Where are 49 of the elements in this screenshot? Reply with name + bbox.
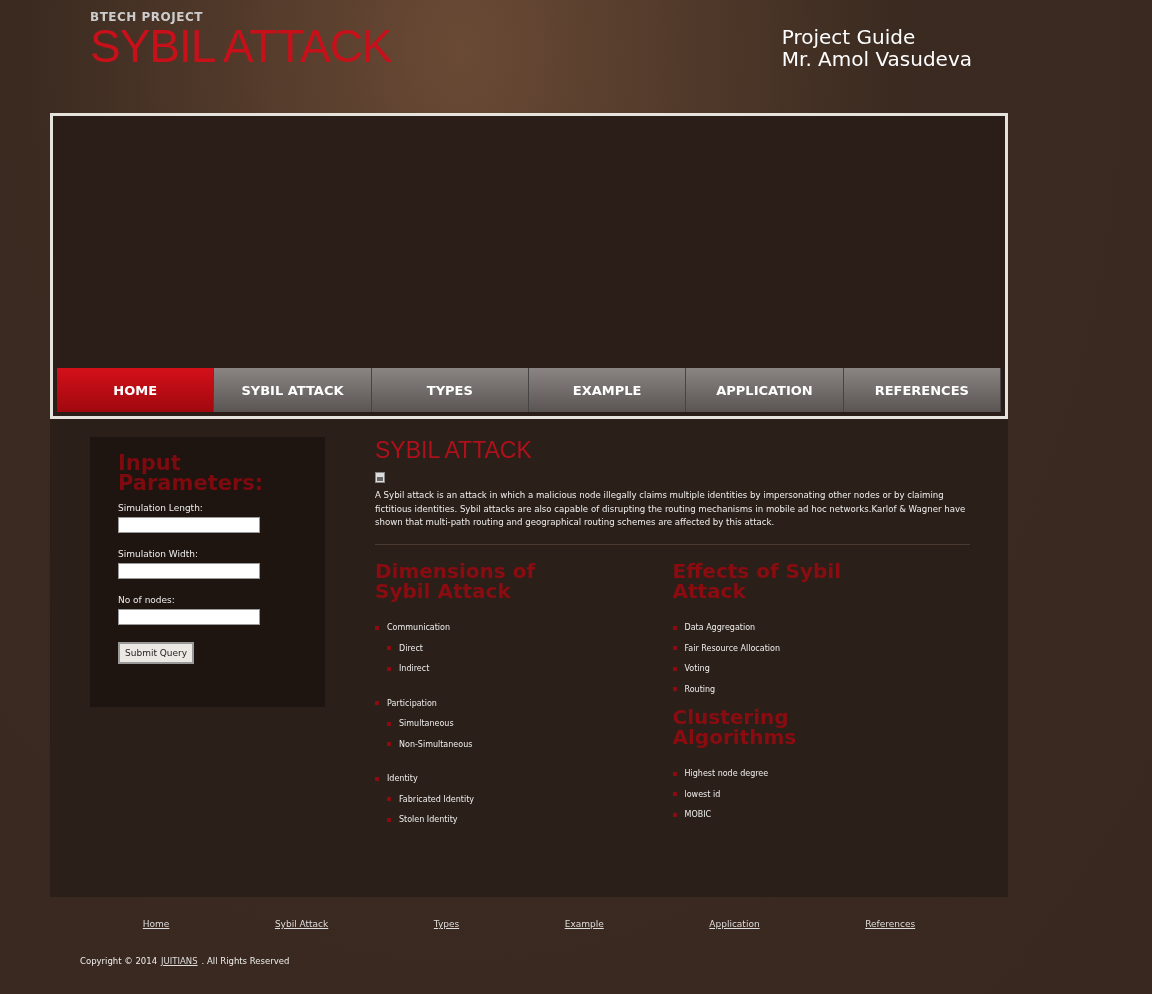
nav-tab[interactable]: SYBIL ATTACK bbox=[214, 368, 372, 412]
list-item: Non-Simultaneous bbox=[387, 736, 473, 752]
footer-link[interactable]: Application bbox=[709, 919, 760, 929]
submit-button[interactable]: Submit Query bbox=[118, 642, 195, 664]
list-item: Stolen Identity bbox=[387, 812, 458, 827]
copyright-text: Copyright © 2014 bbox=[80, 956, 158, 966]
site-title: SYBIL ATTACK bbox=[90, 24, 392, 68]
nav-tab[interactable]: EXAMPLE bbox=[529, 368, 687, 412]
section-heading: Clustering Algorithms bbox=[672, 706, 798, 747]
list-item: MOBIC bbox=[672, 807, 712, 822]
field-label: Simulation Length: bbox=[118, 503, 204, 513]
broken-image-icon bbox=[375, 472, 385, 483]
footer-link[interactable]: Types bbox=[433, 919, 460, 929]
page-heading: SYBIL ATTACK bbox=[375, 437, 532, 464]
list-item: Highest node degree bbox=[672, 766, 769, 781]
list-item: Fabricated Identity bbox=[387, 791, 474, 807]
nav-tab[interactable]: APPLICATION bbox=[686, 368, 844, 412]
footer-link[interactable]: Sybil Attack bbox=[274, 919, 329, 929]
list-item: lowest id bbox=[672, 786, 721, 802]
footer-link[interactable]: Example bbox=[564, 919, 604, 929]
field-label: Simulation Width: bbox=[118, 549, 199, 559]
input-field[interactable] bbox=[118, 517, 260, 533]
list-item: Fair Resource Allocation bbox=[672, 640, 780, 656]
copyright-link[interactable]: JUITIANS bbox=[161, 956, 198, 966]
list-item: Indirect bbox=[387, 661, 430, 676]
section-heading: Dimensions of Sybil Attack bbox=[375, 560, 537, 601]
list-item: Data Aggregation bbox=[672, 620, 756, 635]
list-item: Routing bbox=[672, 681, 716, 697]
guide-label: Project Guide bbox=[781, 26, 917, 48]
intro-paragraph: A Sybil attack is an attack in which a malicious node illegally claims multiple identities by impersonating other nodes or by claiming fictitious identities. Sybil attacks are also capable of disrupting the routing mechanisms in mobile ad hoc networks.Karlof & Wagner have shown that multi-path routing and geographical routing schemes are affected by this attack. bbox=[375, 489, 970, 545]
guide-name: Mr. Amol Vasudeva bbox=[781, 48, 972, 70]
list-item: Direct bbox=[387, 640, 423, 656]
list-item: Participation bbox=[375, 695, 437, 711]
panel-heading: Input Parameters: bbox=[118, 453, 265, 493]
list-item: Simultaneous bbox=[387, 716, 454, 731]
field-label: No of nodes: bbox=[118, 595, 176, 605]
footer-link[interactable]: References bbox=[865, 919, 916, 929]
list-item: Communication bbox=[375, 620, 451, 635]
input-field[interactable] bbox=[118, 609, 260, 625]
nav-tab[interactable]: HOME bbox=[57, 368, 215, 412]
nav-tab[interactable]: TYPES bbox=[371, 368, 529, 412]
input-field[interactable] bbox=[118, 563, 260, 579]
list-item: Identity bbox=[375, 771, 418, 786]
footer-link[interactable]: Home bbox=[142, 919, 170, 929]
project-kicker: BTECH PROJECT bbox=[90, 10, 204, 24]
section-heading: Effects of Sybil Attack bbox=[672, 560, 843, 601]
copyright-text: . All Rights Reserved bbox=[201, 956, 290, 966]
list-item: Voting bbox=[672, 661, 710, 676]
nav-tab[interactable]: REFERENCES bbox=[843, 368, 1001, 412]
